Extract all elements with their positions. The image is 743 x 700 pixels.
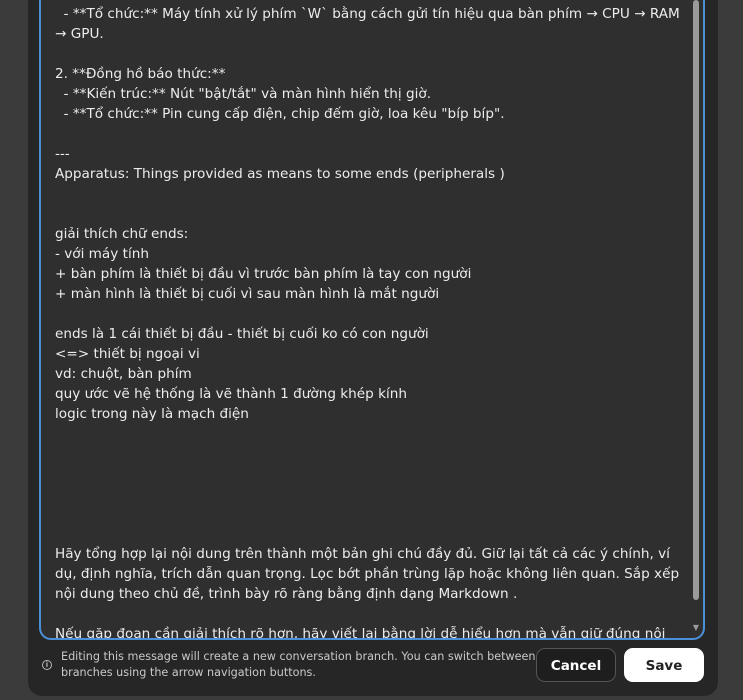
branch-notice: Editing this message will create a new c…: [61, 650, 536, 679]
save-button[interactable]: Save: [624, 648, 704, 682]
modal-backdrop: - **Tổ chức:** Máy tính xử lý phím `W` b…: [0, 0, 743, 700]
scroll-down-arrow-icon[interactable]: ▼: [692, 624, 700, 632]
info-icon: i: [42, 660, 52, 670]
edit-footer: i Editing this message will create a new…: [39, 644, 705, 688]
message-text[interactable]: - **Tổ chức:** Máy tính xử lý phím `W` b…: [55, 4, 685, 638]
cancel-button[interactable]: Cancel: [536, 648, 616, 682]
message-edit-textarea[interactable]: - **Tổ chức:** Máy tính xử lý phím `W` b…: [39, 0, 705, 640]
scrollbar-thumb[interactable]: [693, 0, 699, 600]
editor-scrollbar[interactable]: ▼: [692, 0, 700, 636]
